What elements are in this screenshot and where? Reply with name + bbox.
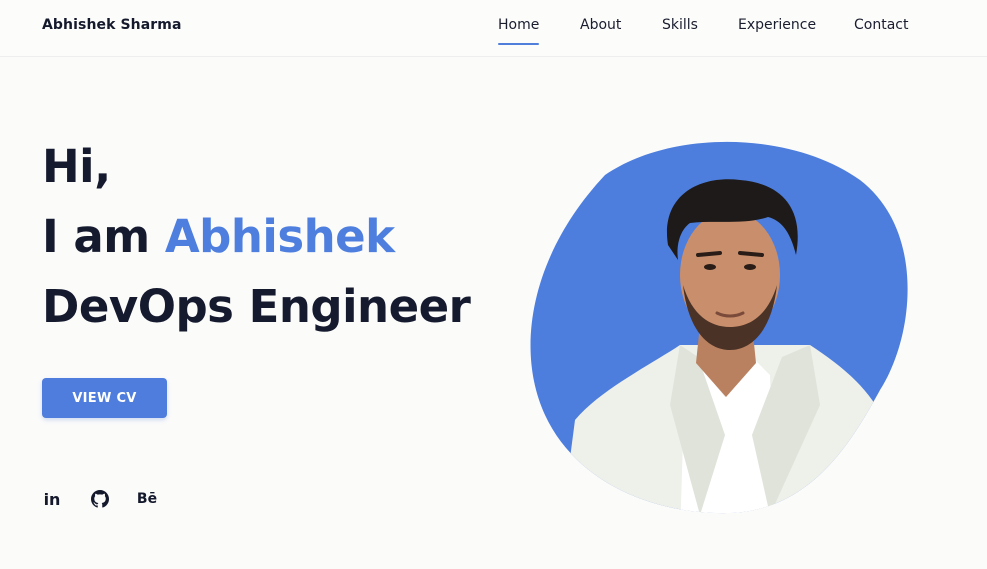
- github-icon[interactable]: [89, 487, 111, 511]
- main-nav: Home About Skills Experience Contact: [0, 17, 987, 47]
- linkedin-icon[interactable]: in: [42, 487, 62, 511]
- nav-item-contact[interactable]: Contact: [854, 17, 908, 33]
- nav-item-skills[interactable]: Skills: [662, 17, 698, 33]
- hero-intro: I am Abhishek: [42, 210, 395, 263]
- site-header: Abhishek Sharma Home About Skills Experi…: [0, 0, 987, 57]
- view-cv-button[interactable]: VIEW CV: [42, 378, 167, 418]
- hero-portrait: [520, 135, 920, 520]
- hero-intro-prefix: I am: [42, 210, 165, 263]
- portrait-illustration: [530, 141, 908, 514]
- nav-item-experience[interactable]: Experience: [738, 17, 816, 33]
- hero-name: Abhishek: [164, 210, 395, 263]
- github-icon-glyph: [91, 490, 109, 508]
- hero-role: DevOps Engineer: [42, 280, 471, 333]
- behance-icon[interactable]: Bē: [136, 487, 158, 511]
- hero-greeting: Hi,: [42, 140, 111, 193]
- nav-item-home[interactable]: Home: [498, 17, 540, 45]
- nav-item-about[interactable]: About: [580, 17, 621, 33]
